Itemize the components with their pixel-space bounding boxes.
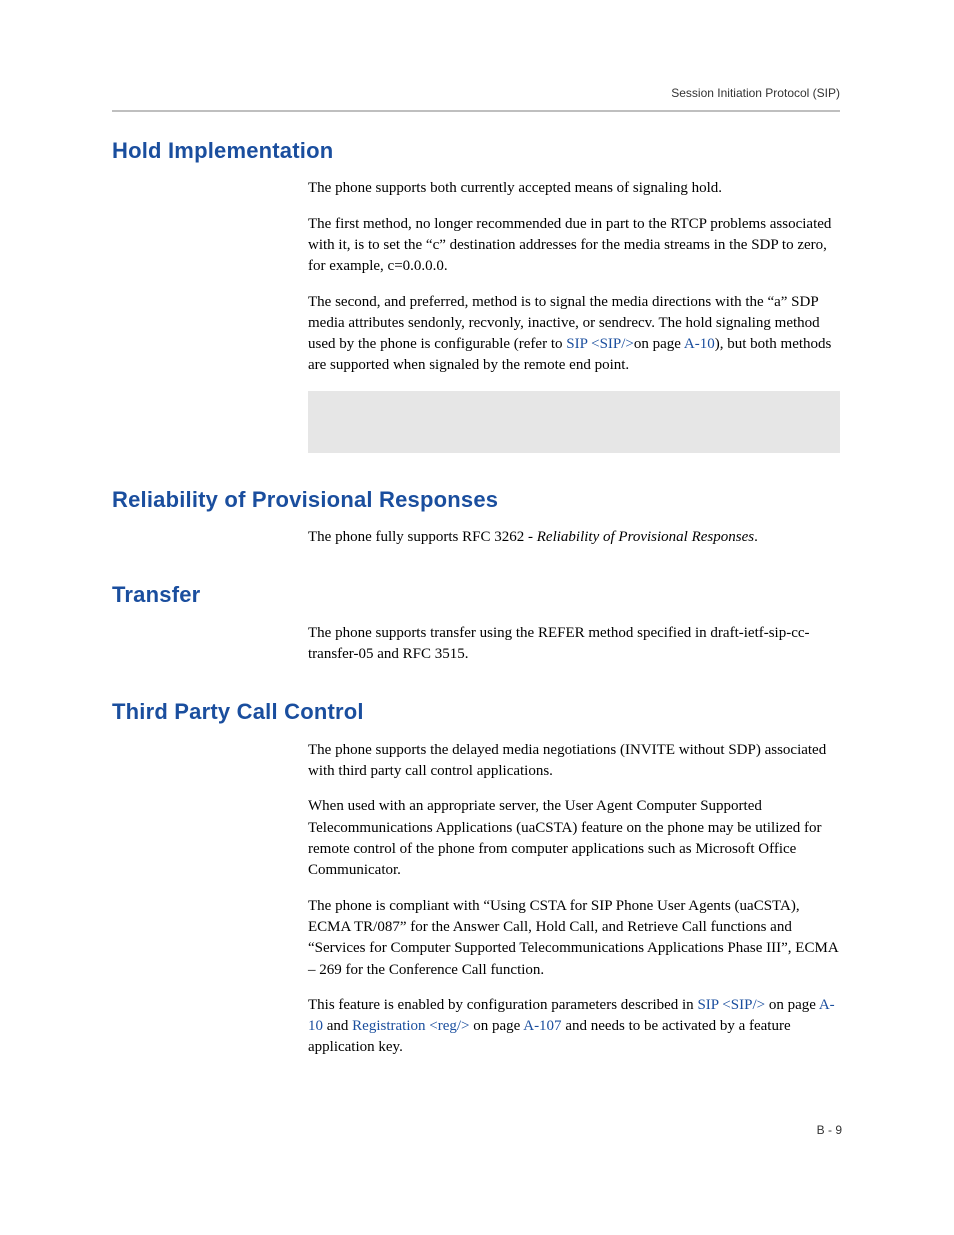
- heading-transfer: Transfer: [112, 582, 840, 608]
- link-page-a10[interactable]: A-10: [684, 336, 715, 352]
- header-rule: [112, 110, 840, 112]
- paragraph: The phone supports both currently accept…: [308, 178, 840, 199]
- paragraph: This feature is enabled by configuration…: [308, 995, 840, 1059]
- section-body: The phone supports the delayed media neg…: [308, 740, 840, 1059]
- running-head: Session Initiation Protocol (SIP): [112, 86, 840, 100]
- paragraph: The second, and preferred, method is to …: [308, 292, 840, 377]
- link-sip[interactable]: SIP <SIP/>: [566, 336, 634, 352]
- note-box: [308, 391, 840, 453]
- paragraph: The first method, no longer recommended …: [308, 214, 840, 278]
- section-transfer: Transfer The phone supports transfer usi…: [112, 582, 840, 665]
- heading-hold-implementation: Hold Implementation: [112, 138, 840, 164]
- text-run: on page: [634, 336, 684, 352]
- paragraph: The phone is compliant with “Using CSTA …: [308, 896, 840, 981]
- paragraph: When used with an appropriate server, th…: [308, 796, 840, 881]
- heading-reliability: Reliability of Provisional Responses: [112, 487, 840, 513]
- heading-tpcc: Third Party Call Control: [112, 699, 840, 725]
- text-run: and: [323, 1018, 352, 1034]
- section-body: The phone supports both currently accept…: [308, 178, 840, 452]
- section-body: The phone supports transfer using the RE…: [308, 623, 840, 666]
- page-number: B - 9: [817, 1123, 842, 1137]
- text-run: The phone fully supports RFC 3262 -: [308, 529, 537, 545]
- section-third-party-call-control: Third Party Call Control The phone suppo…: [112, 699, 840, 1058]
- link-registration[interactable]: Registration <reg/>: [352, 1018, 469, 1034]
- page-content: Session Initiation Protocol (SIP) Hold I…: [112, 86, 840, 1059]
- text-run: on page: [765, 997, 819, 1013]
- paragraph: The phone supports transfer using the RE…: [308, 623, 840, 666]
- section-hold: Hold Implementation The phone supports b…: [112, 138, 840, 453]
- text-run: .: [754, 529, 758, 545]
- paragraph: The phone supports the delayed media neg…: [308, 740, 840, 783]
- text-run: This feature is enabled by configuration…: [308, 997, 697, 1013]
- paragraph: The phone fully supports RFC 3262 - Reli…: [308, 527, 840, 548]
- text-italic: Reliability of Provisional Responses: [537, 529, 754, 545]
- text-run: on page: [469, 1018, 523, 1034]
- link-sip[interactable]: SIP <SIP/>: [697, 997, 765, 1013]
- section-reliability: Reliability of Provisional Responses The…: [112, 487, 840, 549]
- link-page-a107[interactable]: A-107: [523, 1018, 561, 1034]
- section-body: The phone fully supports RFC 3262 - Reli…: [308, 527, 840, 548]
